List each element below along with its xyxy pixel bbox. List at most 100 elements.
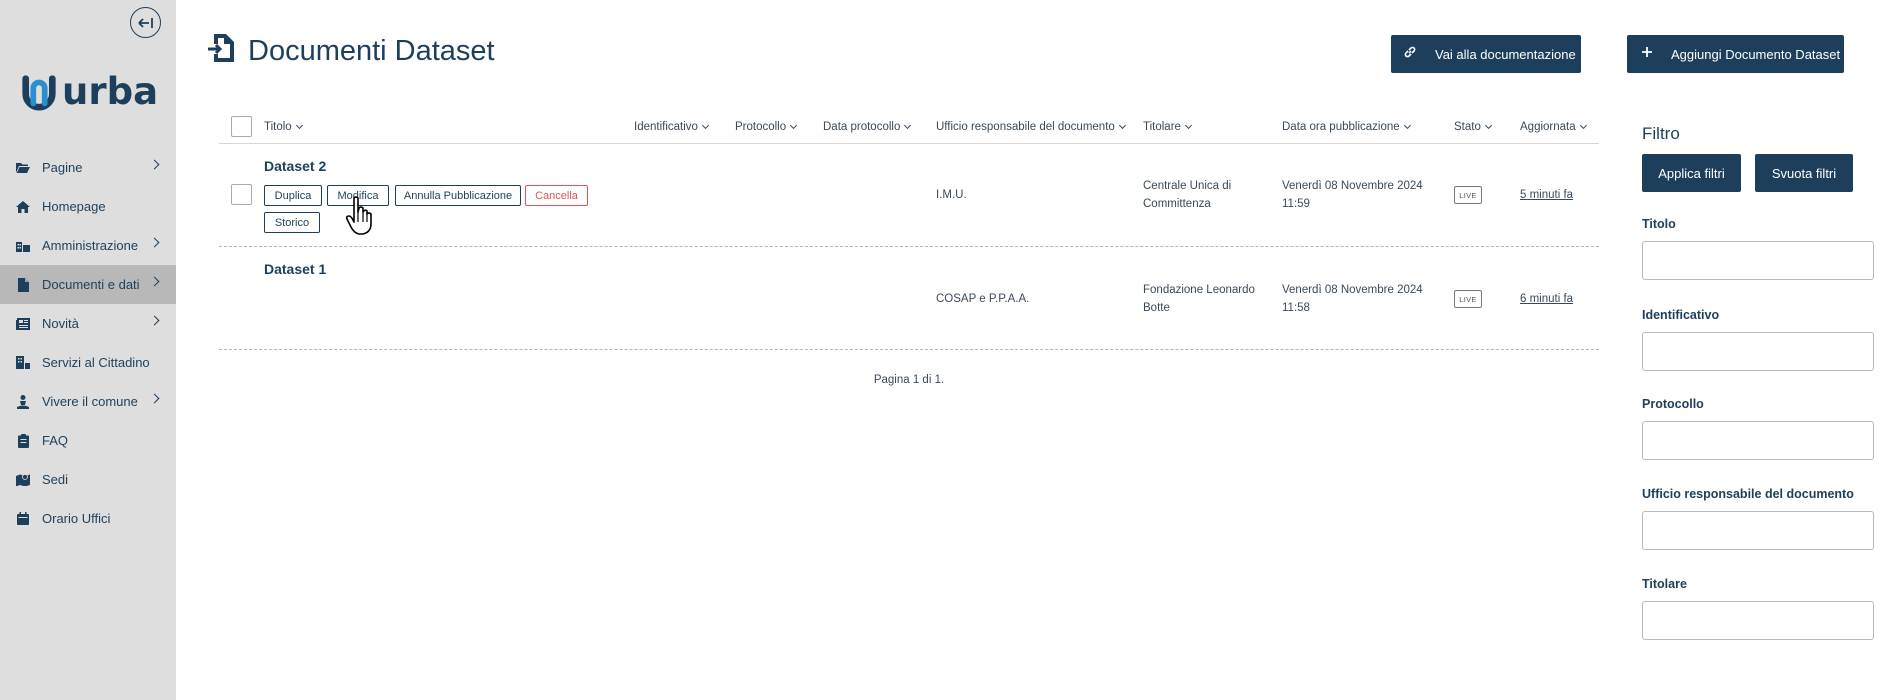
titolare-line: Fondazione Leonardo: [1143, 284, 1255, 296]
chevron-right-icon: [149, 315, 160, 326]
table-row: Dataset 1 COSAP e P.P.A.A. Fondazione Le…: [219, 247, 1599, 350]
table-header: Titolo Identificativo Protocollo Data pr…: [219, 112, 1599, 144]
protocollo-label: Protocollo: [1642, 397, 1704, 411]
duplica-button[interactable]: Duplica: [264, 185, 322, 206]
titolare-line: Botte: [1143, 302, 1170, 314]
person-icon: [16, 394, 30, 409]
chevron-right-icon: [149, 237, 160, 248]
row-checkbox[interactable]: [231, 184, 252, 205]
sidebar-item-label: Servizi al Cittadino: [42, 355, 150, 370]
logo-text: urba: [62, 69, 159, 113]
sidebar-item-documenti-e-dati[interactable]: Documenti e dati: [0, 265, 176, 304]
apply-filters-button[interactable]: Applica filtri: [1642, 154, 1741, 192]
app-window: urba Pagine Homepage Amministrazione Doc…: [0, 0, 1899, 700]
collapse-left-icon[interactable]: [130, 7, 161, 38]
filter-title: Filtro: [1642, 124, 1680, 143]
plus-icon: [1641, 45, 1653, 63]
annulla-pubblicazione-button[interactable]: Annulla Pubblicazione: [395, 185, 521, 206]
pubblicazione-cell: Venerdì 08 Novembre 2024 11:59: [1282, 177, 1423, 213]
sidebar-item-servizi-al-cittadino[interactable]: Servizi al Cittadino: [0, 343, 176, 382]
titolare-line: Centrale Unica di: [1143, 180, 1232, 192]
row-title[interactable]: Dataset 2: [264, 158, 326, 174]
hand-cursor-icon: [345, 196, 372, 235]
sidebar-item-label: Homepage: [42, 199, 106, 214]
sidebar-item-label: Vivere il comune: [42, 394, 138, 409]
col-ufficio[interactable]: Ufficio responsabile del documento: [936, 121, 1126, 133]
ufficio-cell: I.M.U.: [936, 189, 967, 201]
filter-panel: Filtro Applica filtri Svuota filtri Tito…: [1642, 124, 1874, 640]
folder-icon: [16, 161, 30, 175]
filter-buttons: Applica filtri Svuota filtri: [1642, 154, 1874, 192]
col-label: Titolare: [1143, 121, 1181, 133]
table-row: Dataset 2 Duplica Modifica Annulla Pubbl…: [219, 144, 1599, 247]
sidebar-item-novita[interactable]: Novità: [0, 304, 176, 343]
add-document-button[interactable]: Aggiungi Documento Dataset: [1627, 35, 1844, 73]
sidebar-item-label: Sedi: [42, 472, 69, 487]
ufficio-input[interactable]: [1642, 511, 1874, 550]
clear-filters-button[interactable]: Svuota filtri: [1755, 154, 1853, 192]
sidebar-item-label: Pagine: [42, 160, 83, 175]
sidebar-item-amministrazione[interactable]: Amministrazione: [0, 226, 176, 265]
titolo-label: Titolo: [1642, 217, 1676, 231]
col-identificativo[interactable]: Identificativo: [634, 121, 709, 133]
col-stato[interactable]: Stato: [1454, 121, 1492, 133]
sidebar-item-sedi[interactable]: Sedi: [0, 460, 176, 499]
sidebar-item-vivere-il-comune[interactable]: Vivere il comune: [0, 382, 176, 421]
row-title[interactable]: Dataset 1: [264, 261, 326, 277]
sidebar: urba Pagine Homepage Amministrazione Doc…: [0, 0, 176, 700]
col-titolo[interactable]: Titolo: [264, 121, 303, 133]
pub-time: 11:59: [1282, 198, 1310, 210]
titolare-label: Titolare: [1642, 577, 1687, 591]
clipboard-icon: [16, 433, 30, 448]
cancella-button[interactable]: Cancella: [525, 185, 588, 206]
pub-date: Venerdì 08 Novembre 2024: [1282, 180, 1423, 192]
updated-link[interactable]: 5 minuti fa: [1520, 186, 1573, 204]
col-label: Ufficio responsabile del documento: [936, 121, 1115, 133]
col-protocollo[interactable]: Protocollo: [735, 121, 798, 133]
titolare-input[interactable]: [1642, 601, 1874, 640]
pubblicazione-cell: Venerdì 08 Novembre 2024 11:58: [1282, 281, 1423, 317]
sidebar-item-label: FAQ: [42, 433, 69, 448]
updated-link[interactable]: 6 minuti fa: [1520, 290, 1573, 308]
urba-logo[interactable]: urba: [20, 69, 159, 113]
sidebar-item-label: Amministrazione: [42, 238, 139, 253]
col-data-pubblicazione[interactable]: Data ora pubblicazione: [1282, 121, 1411, 133]
sidebar-item-orario-uffici[interactable]: Orario Uffici: [0, 499, 176, 538]
protocollo-input[interactable]: [1642, 421, 1874, 460]
col-titolare[interactable]: Titolare: [1143, 121, 1192, 133]
titolo-input[interactable]: [1642, 241, 1874, 280]
col-data-protocollo[interactable]: Data protocollo: [823, 121, 912, 133]
chevron-right-icon: [149, 276, 160, 287]
status-badge: LIVE: [1454, 290, 1482, 308]
storico-button[interactable]: Storico: [264, 212, 320, 233]
sidebar-item-label: Novità: [42, 316, 79, 331]
newspaper-icon: [16, 317, 30, 331]
sidebar-item-label: Documenti e dati: [42, 277, 140, 292]
col-label: Data ora pubblicazione: [1282, 121, 1400, 133]
sidebar-item-pagine[interactable]: Pagine: [0, 148, 176, 187]
select-all-checkbox[interactable]: [231, 116, 252, 137]
col-aggiornata[interactable]: Aggiornata: [1520, 121, 1587, 133]
home-icon: [16, 200, 30, 214]
building-icon: [16, 239, 30, 253]
sidebar-item-homepage[interactable]: Homepage: [0, 187, 176, 226]
chevron-right-icon: [149, 159, 160, 170]
sidebar-nav: Pagine Homepage Amministrazione Document…: [0, 148, 176, 538]
titolare-line: Committenza: [1143, 198, 1211, 210]
services-icon: [16, 356, 30, 370]
chevron-right-icon: [149, 393, 160, 404]
chevron-down-icon: [1184, 121, 1192, 130]
chevron-down-icon: [790, 121, 798, 130]
sidebar-item-faq[interactable]: FAQ: [0, 421, 176, 460]
titolare-cell: Centrale Unica di Committenza: [1143, 177, 1231, 213]
identificativo-input[interactable]: [1642, 332, 1874, 371]
ufficio-cell: COSAP e P.P.A.A.: [936, 293, 1030, 305]
chevron-down-icon: [904, 121, 912, 130]
calendar-icon: [16, 512, 30, 526]
identificativo-label: Identificativo: [1642, 308, 1720, 322]
pub-time: 11:58: [1282, 302, 1310, 314]
col-label: Protocollo: [735, 121, 787, 133]
link-icon: [1403, 45, 1417, 64]
docs-button[interactable]: Vai alla documentazione: [1391, 35, 1581, 73]
col-label: Data protocollo: [823, 121, 901, 133]
